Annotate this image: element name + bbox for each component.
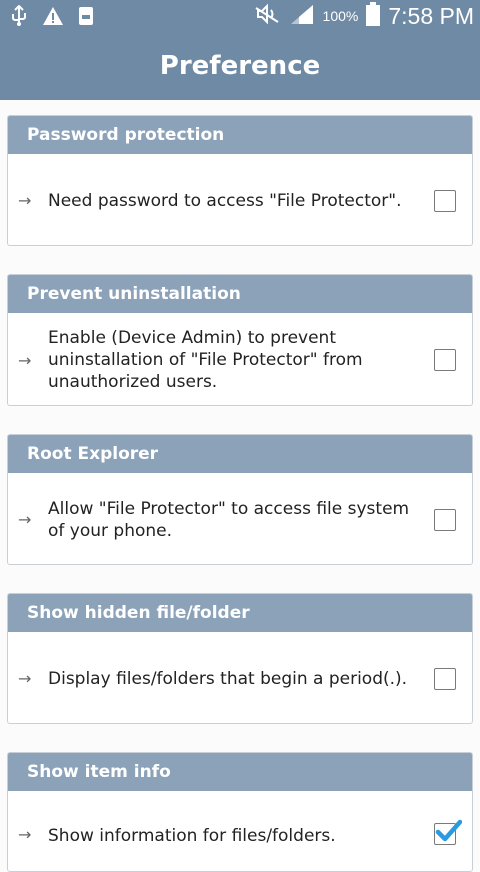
signal-icon — [289, 3, 315, 29]
usb-icon — [10, 4, 28, 31]
page-title: Preference — [159, 51, 321, 81]
show-hidden-checkbox[interactable] — [434, 667, 456, 690]
right-arrow-icon: → — [18, 510, 32, 529]
battery-percent: 100% — [322, 8, 359, 24]
setting-row[interactable]: → Need password to access "File Protecto… — [8, 154, 472, 245]
warning-icon — [42, 6, 64, 30]
right-arrow-icon: → — [18, 191, 32, 210]
setting-description: Show information for files/folders. — [48, 826, 336, 846]
right-arrow-icon: → — [18, 350, 32, 370]
clock: 7:58 PM — [388, 2, 474, 29]
setting-description: Allow "File Protector" to access file sy… — [48, 498, 410, 541]
section-title: Show hidden file/folder — [8, 594, 472, 632]
right-arrow-icon: → — [18, 669, 32, 688]
status-right-icons: 100% 7:58 PM — [253, 2, 474, 30]
status-left-icons — [10, 4, 94, 31]
setting-row[interactable]: → Allow "File Protector" to access file … — [8, 473, 472, 564]
section-show-item-info: Show item info → Show information for fi… — [7, 752, 473, 872]
setting-row[interactable]: → Enable (Device Admin) to prevent unins… — [8, 313, 472, 405]
setting-description: Display files/folders that begin a perio… — [48, 668, 408, 689]
mute-icon — [253, 3, 281, 29]
section-show-hidden: Show hidden file/folder → Display files/… — [7, 593, 473, 724]
section-title: Show item info — [8, 753, 472, 791]
prevent-uninstallation-checkbox[interactable] — [434, 349, 456, 371]
section-title: Root Explorer — [8, 435, 472, 473]
checkmark-icon — [435, 819, 462, 842]
setting-row[interactable]: → Show information for files/folders. — [8, 791, 472, 871]
root-explorer-checkbox[interactable] — [434, 508, 456, 531]
section-prevent-uninstallation: Prevent uninstallation → Enable (Device … — [7, 274, 473, 406]
password-protection-checkbox[interactable] — [434, 189, 456, 212]
setting-row[interactable]: → Display files/folders that begin a per… — [8, 632, 472, 723]
setting-description: Enable (Device Admin) to prevent uninsta… — [48, 328, 363, 392]
section-password-protection: Password protection → Need password to a… — [7, 115, 473, 246]
app-bar: Preference — [0, 34, 480, 100]
storage-icon — [78, 6, 94, 30]
section-title: Prevent uninstallation — [8, 275, 472, 313]
show-item-info-checkbox[interactable] — [434, 819, 462, 845]
status-bar: 100% 7:58 PM — [0, 0, 480, 34]
right-arrow-icon: → — [18, 825, 32, 844]
battery-icon — [366, 2, 381, 30]
setting-description: Need password to access "File Protector"… — [48, 190, 402, 211]
section-root-explorer: Root Explorer → Allow "File Protector" t… — [7, 434, 473, 565]
section-title: Password protection — [8, 116, 472, 154]
